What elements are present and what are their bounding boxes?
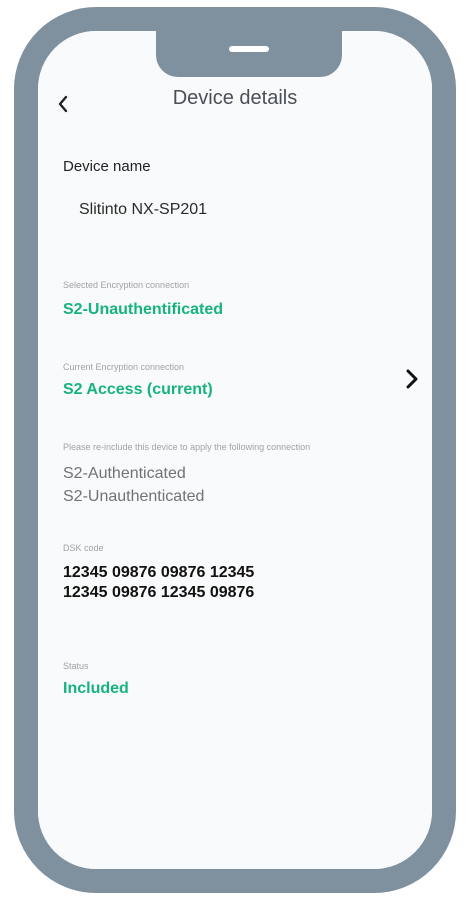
device-details-screen: Device details Device name Slitinto NX-S… [38, 31, 432, 869]
phone-frame: Device details Device name Slitinto NX-S… [14, 7, 456, 893]
selected-encryption-label: Selected Encryption connection [63, 280, 190, 290]
status-value: Included [63, 680, 129, 697]
header: Device details [38, 71, 432, 131]
page-title: Device details [172, 87, 298, 109]
reinclude-option: S2-Authenticated [63, 465, 186, 482]
dsk-label: DSK code [63, 543, 104, 553]
phone-notch [156, 31, 342, 77]
chevron-right-icon [406, 369, 418, 389]
current-encryption-label: Current Encryption connection [63, 362, 185, 372]
dsk-code-line: 12345 09876 09876 12345 [63, 564, 255, 581]
status-label: Status [63, 661, 89, 671]
current-encryption-value[interactable]: S2 Access (current) [63, 381, 213, 399]
dsk-code-line: 12345 09876 12345 09876 [63, 584, 255, 601]
device-name-label: Device name [63, 158, 151, 175]
reinclude-notice: Please re-include this device to apply t… [63, 442, 311, 452]
device-name-value: Slitinto NX-SP201 [79, 201, 208, 218]
speaker-icon [229, 46, 269, 52]
selected-encryption-value: S2-Unauthentificated [63, 301, 224, 318]
current-encryption-chevron-button[interactable] [402, 366, 422, 392]
reinclude-option: S2-Unauthenticated [63, 488, 205, 505]
